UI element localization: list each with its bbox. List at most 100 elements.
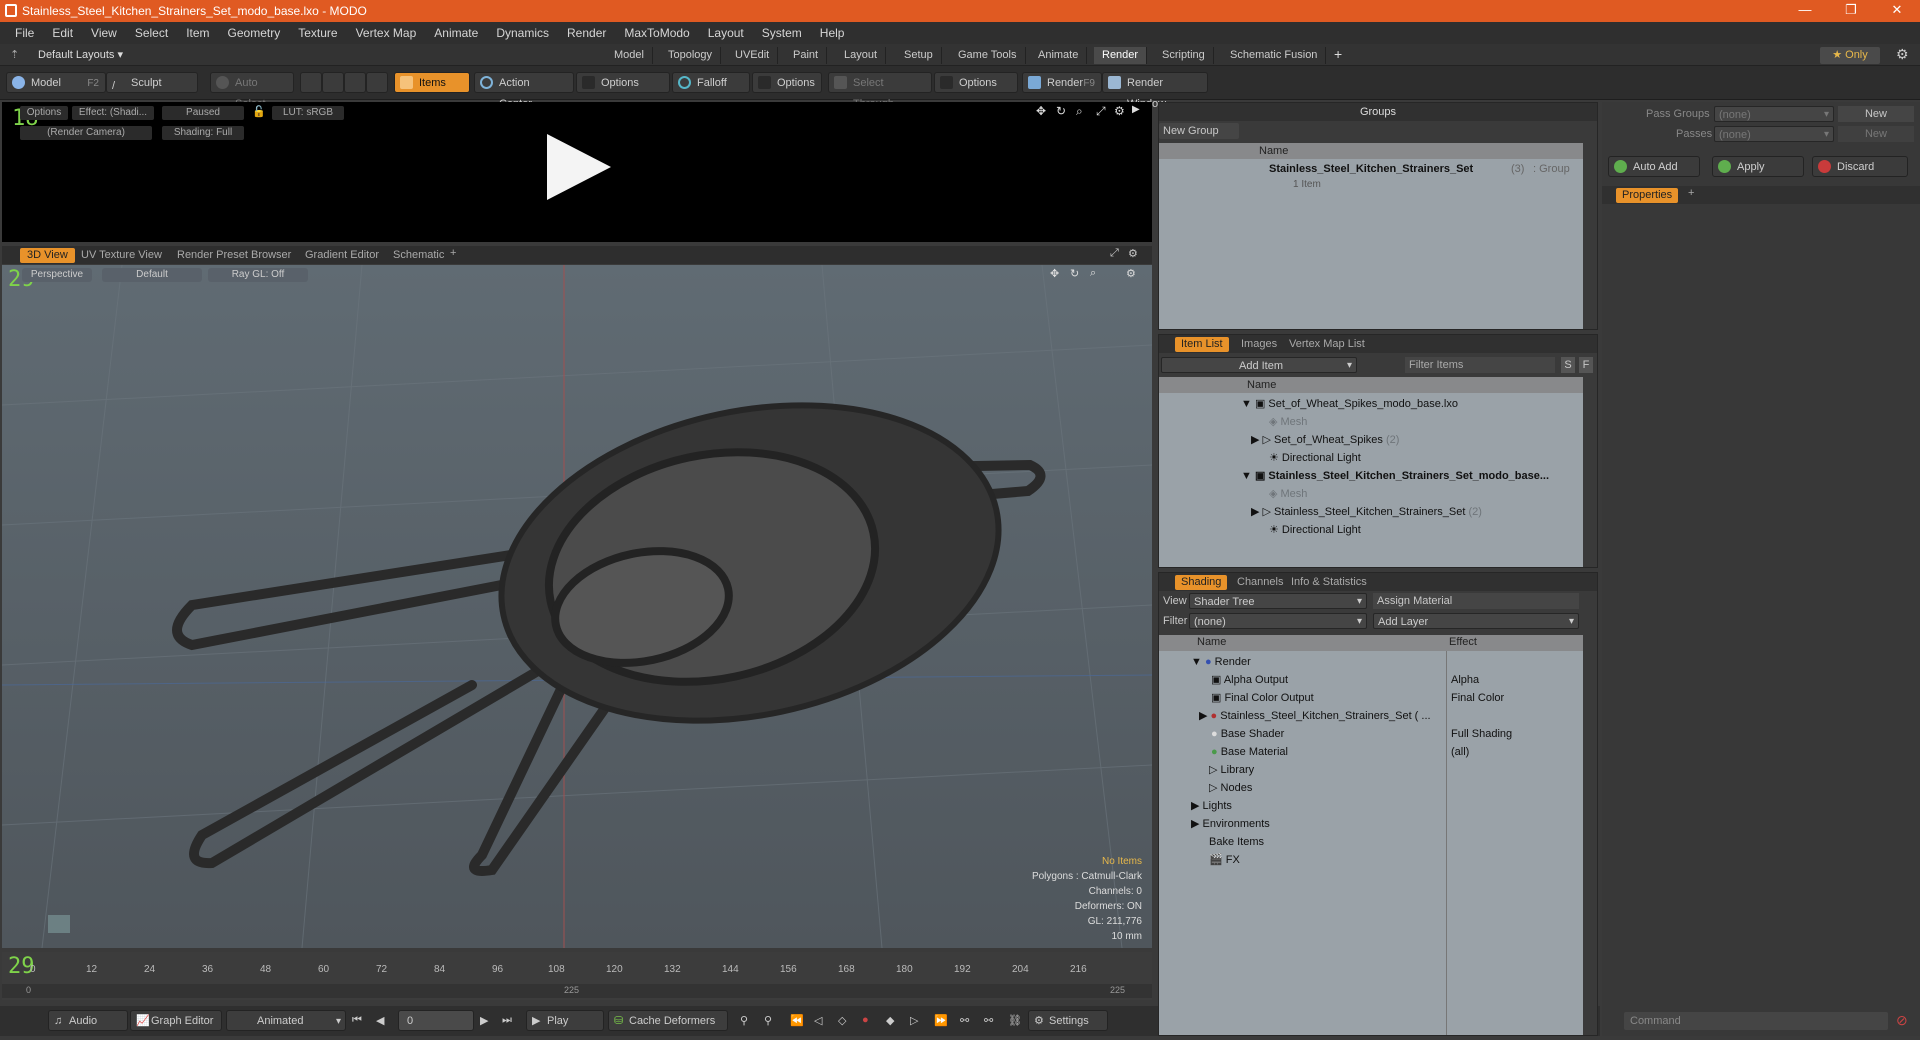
passes-dropdown[interactable]: (none) bbox=[1714, 126, 1834, 143]
list-item[interactable]: ◈ Mesh bbox=[1269, 485, 1307, 503]
view-dropdown[interactable]: Shader Tree bbox=[1189, 593, 1367, 610]
shader-tree[interactable]: Name Effect ▼ ● Render ▣ Alpha Output Al… bbox=[1159, 635, 1583, 1035]
vertices-mode-icon[interactable] bbox=[300, 72, 322, 93]
menu-geometry[interactable]: Geometry bbox=[219, 26, 290, 40]
select-through-button[interactable]: Select Through bbox=[828, 72, 932, 110]
discard-button[interactable]: Discard bbox=[1812, 156, 1908, 177]
tab-gradient-editor[interactable]: Gradient Editor bbox=[298, 248, 386, 263]
list-item[interactable]: ▼ ▣ Stainless_Steel_Kitchen_Strainers_Se… bbox=[1241, 467, 1549, 485]
list-item[interactable]: ☀ Directional Light bbox=[1269, 449, 1361, 467]
effect-dropdown[interactable]: Effect: (Shadi... bbox=[72, 106, 154, 120]
tab-scripting[interactable]: Scripting bbox=[1154, 47, 1214, 64]
ik-icon[interactable]: ⚯ bbox=[960, 1014, 969, 1027]
list-item[interactable]: ☀ Directional Light bbox=[1269, 521, 1361, 539]
menu-texture[interactable]: Texture bbox=[289, 26, 346, 40]
edges-mode-icon[interactable] bbox=[322, 72, 344, 93]
tab-uvedit[interactable]: UVEdit bbox=[727, 47, 779, 64]
prev-frame-icon[interactable]: ◀ bbox=[376, 1014, 384, 1027]
shading-dropdown[interactable]: Shading: Full bbox=[162, 126, 244, 140]
action-center-options-button[interactable]: Options bbox=[576, 72, 670, 93]
shader-row[interactable]: ▣ Alpha Output bbox=[1211, 671, 1288, 689]
action-center-button[interactable]: Action Center bbox=[474, 72, 574, 110]
graph-editor-button[interactable]: 📈 Graph Editor bbox=[130, 1010, 222, 1031]
add-tab-button[interactable]: + bbox=[1334, 46, 1342, 62]
ik-options-icon[interactable]: ⚯ bbox=[984, 1014, 993, 1027]
close-button[interactable]: ✕ bbox=[1874, 0, 1920, 22]
model-mode-button[interactable]: Model F2 bbox=[6, 72, 106, 93]
select-through-options-button[interactable]: Options bbox=[934, 72, 1018, 93]
shader-row[interactable]: Bake Items bbox=[1209, 833, 1264, 851]
tab-info-statistics[interactable]: Info & Statistics bbox=[1285, 575, 1373, 590]
menu-render[interactable]: Render bbox=[558, 26, 615, 40]
tab-schematic-fusion[interactable]: Schematic Fusion bbox=[1222, 47, 1327, 64]
restore-button[interactable]: ❐ bbox=[1828, 0, 1874, 22]
filter-dropdown[interactable]: (none) bbox=[1189, 613, 1367, 630]
sculpt-mode-button[interactable]: / Sculpt bbox=[106, 72, 198, 93]
polygons-mode-icon[interactable] bbox=[344, 72, 366, 93]
effect-dropdown[interactable]: Alpha bbox=[1451, 671, 1479, 689]
tab-model[interactable]: Model bbox=[606, 47, 653, 64]
expand-arrow-icon[interactable]: ▶ bbox=[1132, 104, 1140, 115]
key-options-icon[interactable]: ⚲ bbox=[764, 1014, 772, 1027]
falloff-options-button[interactable]: Options bbox=[752, 72, 822, 93]
gear-icon[interactable]: ⚙ bbox=[1128, 247, 1138, 260]
list-item[interactable]: ▶ ▷ Stainless_Steel_Kitchen_Strainers_Se… bbox=[1251, 503, 1482, 521]
tab-render[interactable]: Render bbox=[1094, 47, 1148, 64]
timeline[interactable]: 29 0 12 24 36 48 60 72 84 96 108 120 132… bbox=[2, 952, 1152, 1000]
rotate-icon[interactable]: ↻ bbox=[1070, 267, 1079, 280]
default-shading-dropdown[interactable]: Default bbox=[102, 268, 202, 282]
menu-edit[interactable]: Edit bbox=[43, 26, 82, 40]
options-dropdown[interactable]: Options bbox=[20, 106, 68, 120]
shader-row[interactable]: ▣ Final Color Output bbox=[1211, 689, 1314, 707]
add-layer-dropdown[interactable]: Add Layer bbox=[1373, 613, 1579, 630]
settings-button[interactable]: ⚙ Settings bbox=[1028, 1010, 1108, 1031]
tab-topology[interactable]: Topology bbox=[660, 47, 722, 64]
shader-row[interactable]: ▶ ● Stainless_Steel_Kitchen_Strainers_Se… bbox=[1199, 707, 1431, 725]
menu-vertex-map[interactable]: Vertex Map bbox=[347, 26, 426, 40]
play-icon[interactable] bbox=[547, 134, 611, 200]
zoom-icon[interactable]: ⌕ bbox=[1076, 104, 1083, 119]
list-item[interactable]: ▶ ▷ Set_of_Wheat_Spikes (2) bbox=[1251, 431, 1399, 449]
f-button[interactable]: F bbox=[1579, 357, 1593, 373]
pan-icon[interactable]: ✥ bbox=[1036, 104, 1046, 118]
tab-3d-view[interactable]: 3D View bbox=[20, 248, 75, 263]
tab-schematic[interactable]: Schematic bbox=[386, 248, 451, 263]
menu-select[interactable]: Select bbox=[126, 26, 177, 40]
tab-render-preset-browser[interactable]: Render Preset Browser bbox=[170, 248, 298, 263]
3d-viewport[interactable]: 29 Perspective Default Ray GL: Off ✥ ↻ ⌕… bbox=[2, 265, 1152, 948]
tab-setup[interactable]: Setup bbox=[896, 47, 942, 64]
tab-animate[interactable]: Animate bbox=[1030, 47, 1088, 64]
settings-icon[interactable]: ⚙ bbox=[1114, 104, 1125, 118]
assign-material-button[interactable]: Assign Material bbox=[1373, 593, 1579, 609]
menu-system[interactable]: System bbox=[753, 26, 811, 40]
shader-row[interactable]: ▶ Lights bbox=[1191, 797, 1232, 815]
item-list-tree[interactable]: Name ▼ ▣ Set_of_Wheat_Spikes_modo_base.l… bbox=[1159, 377, 1583, 567]
gear-icon[interactable]: ⚙ bbox=[1126, 267, 1136, 280]
only-toggle[interactable]: ★ Only bbox=[1820, 47, 1880, 64]
raygl-dropdown[interactable]: Ray GL: Off bbox=[208, 268, 308, 282]
menu-help[interactable]: Help bbox=[811, 26, 854, 40]
link-icon[interactable]: ⛓ bbox=[1008, 1014, 1022, 1027]
tab-channels[interactable]: Channels bbox=[1231, 575, 1289, 590]
range-bar[interactable]: 0 225 225 bbox=[2, 984, 1152, 998]
effect-dropdown[interactable]: Full Shading bbox=[1451, 725, 1512, 743]
menu-maxtomodo[interactable]: MaxToModo bbox=[615, 26, 698, 40]
tab-layout[interactable]: Layout bbox=[836, 47, 887, 64]
command-input[interactable]: Command bbox=[1624, 1012, 1888, 1030]
gear-icon[interactable]: ⚙ bbox=[1896, 46, 1909, 63]
tab-shading[interactable]: Shading bbox=[1175, 575, 1228, 590]
stop-icon[interactable]: ⊘ bbox=[1896, 1012, 1908, 1029]
prev-key-icon[interactable]: ◁ bbox=[814, 1014, 822, 1027]
new-group-button[interactable]: New Group bbox=[1159, 123, 1239, 139]
next-frame-icon[interactable]: ▶ bbox=[480, 1014, 488, 1027]
shader-row[interactable]: ▼ ● Render bbox=[1191, 653, 1251, 671]
default-layouts-dropdown[interactable]: Default Layouts ▾ bbox=[38, 48, 123, 61]
next-key-icon[interactable]: ⏩ bbox=[934, 1014, 948, 1027]
auto-select-button[interactable]: Auto Select bbox=[210, 72, 294, 110]
camera-dropdown[interactable]: (Render Camera) bbox=[20, 126, 152, 140]
materials-mode-icon[interactable] bbox=[366, 72, 388, 93]
group-item-name[interactable]: Stainless_Steel_Kitchen_Strainers_Set bbox=[1269, 163, 1473, 175]
next-key-icon[interactable]: ▷ bbox=[910, 1014, 918, 1027]
new-pass-button[interactable]: New bbox=[1838, 126, 1914, 142]
menu-file[interactable]: File bbox=[6, 26, 43, 40]
